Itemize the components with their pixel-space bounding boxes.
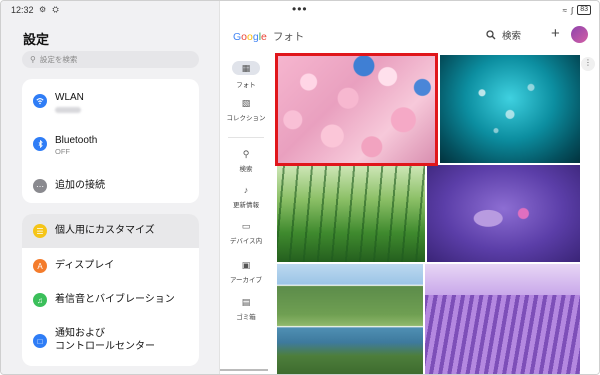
settings-item-wlan[interactable]: WLAN [22,91,199,113]
add-icon[interactable]: + [551,25,560,42]
tablet-screen: 設定 ⚲ 設定を検索 WLAN Bluetooth OFF ⋯ 追加の接続 ☰ … [0,0,600,375]
settings-title: 設定 [23,32,50,47]
search-icon: ⚲ [242,149,250,159]
wifi-icon [33,94,47,108]
water-lily-photo[interactable] [427,165,580,262]
settings-item-label: 追加の接続 [55,180,105,191]
nav-item-label: デバイス内 [229,238,263,245]
personalization-card: ☰ 個人用にカスタマイズ A ディスプレイ ♫ 着信音とバイブレーション □ 通… [22,214,199,366]
status-icons-right: ≈ ∫ 83 [563,5,591,15]
nav-item-photos[interactable]: ▦ フォト [220,61,272,89]
more-connections-icon: ⋯ [33,179,47,193]
settings-item-label: 個人用にカスタマイズ [55,225,155,236]
nav-item-updates[interactable]: ♪ 更新情報 [220,185,272,209]
folder-icon: ▭ [241,221,251,231]
settings-item-label: WLAN [55,92,84,103]
bluetooth-icon [33,137,47,151]
settings-item-label: 着信音とバイブレーション [55,294,175,305]
settings-search-input[interactable]: ⚲ 設定を検索 [22,51,199,68]
settings-item-bluetooth[interactable]: Bluetooth OFF [22,134,199,157]
wlan-network-name-blurred [55,107,81,113]
lavender-field-photo[interactable] [425,264,580,374]
settings-item-label: 通知および [55,328,105,339]
mountain-lake-photo[interactable] [277,264,423,374]
settings-panel: 設定 ⚲ 設定を検索 WLAN Bluetooth OFF ⋯ 追加の接続 ☰ … [1,1,219,374]
header-search-button[interactable]: 検索 [486,28,521,42]
nav-item-trash[interactable]: ▤ ゴミ箱 [220,297,272,321]
nav-item-archive[interactable]: ▣ アーカイブ [220,260,272,284]
status-time: 12:32 [11,5,34,15]
google-photos-app: Google フォト 検索 + ▦ フォト ▧ コレクション ⚲ 検索 ♪ 更新… [220,1,599,374]
notification-icon: □ [33,334,47,348]
customize-icon: ☰ [33,224,47,238]
search-icon: ⚲ [30,55,36,64]
settings-item-sound[interactable]: ♫ 着信音とバイブレーション [22,293,199,307]
more-options-icon[interactable]: ⋮ [581,57,595,71]
status-icons-left: ⚙ ⛭ [39,5,61,14]
multitask-dots-icon[interactable]: ••• [292,2,308,16]
photo-grid [275,53,580,374]
nav-item-label: コレクション [226,115,266,122]
settings-item-display[interactable]: A ディスプレイ [22,259,199,273]
battery-icon: 83 [577,5,591,15]
settings-item-more-connections[interactable]: ⋯ 追加の接続 [22,179,199,193]
sound-icon: ♫ [33,293,47,307]
bluetooth-status: OFF [55,147,70,156]
side-navigation: ▦ フォト ▧ コレクション ⚲ 検索 ♪ 更新情報 ▭ デバイス内 ▣ アーカ… [220,53,272,374]
display-icon: A [33,259,47,273]
selection-highlight [275,53,438,166]
logo-suffix: フォト [272,31,305,43]
nav-item-label: アーカイブ [229,277,263,284]
photo-icon: ▦ [232,61,260,75]
nav-item-collections[interactable]: ▧ コレクション [220,98,272,122]
connections-card: WLAN Bluetooth OFF ⋯ 追加の接続 [22,79,199,203]
settings-item-customize[interactable]: ☰ 個人用にカスタマイズ [22,214,199,248]
bluetooth-status-icon: ∫ [571,5,574,15]
nav-item-label: ゴミ箱 [236,314,256,321]
settings-item-label: ディスプレイ [55,260,115,271]
status-bar: 12:32 ⚙ ⛭ ••• ≈ ∫ 83 [1,1,599,19]
archive-icon: ▣ [241,260,251,270]
nav-item-label: 更新情報 [233,202,259,209]
underwater-bubbles-photo[interactable] [440,55,580,163]
collection-icon: ▧ [241,98,251,108]
search-label: 検索 [502,31,522,42]
bell-icon: ♪ [243,185,249,195]
nav-divider [228,137,264,138]
nav-item-on-device[interactable]: ▭ デバイス内 [220,221,272,245]
nav-item-label: 検索 [239,166,253,173]
search-icon [486,30,496,40]
settings-item-notifications[interactable]: □ 通知および コントロールセンター [22,327,199,353]
nav-item-label: フォト [236,82,256,89]
settings-item-label-line2: コントロールセンター [55,341,155,352]
app-header: Google フォト 検索 + [220,19,599,51]
nav-scroll-indicator [220,369,268,371]
avatar[interactable] [571,26,588,43]
google-photos-logo: Google フォト [233,31,305,43]
nav-item-search[interactable]: ⚲ 検索 [220,149,272,173]
settings-item-label: Bluetooth [55,135,98,146]
grass-dew-photo[interactable] [277,165,425,262]
settings-search-placeholder: 設定を検索 [39,55,78,64]
trash-icon: ▤ [241,297,251,307]
wifi-status-icon: ≈ [562,5,567,15]
